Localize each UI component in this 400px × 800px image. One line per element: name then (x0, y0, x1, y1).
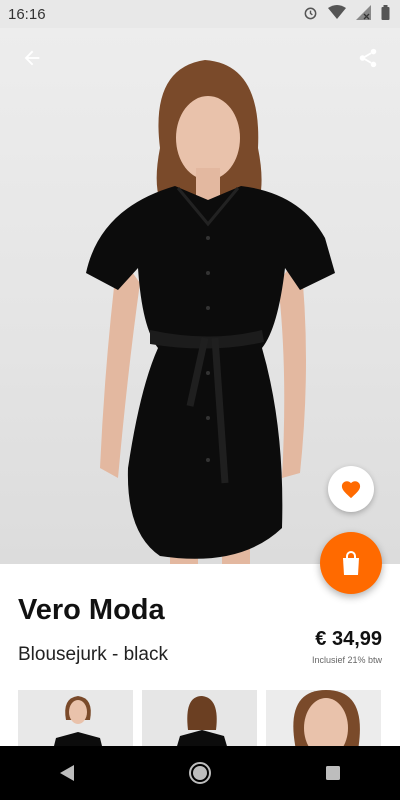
nav-home-button[interactable] (180, 753, 220, 793)
thumbnail-3[interactable] (266, 690, 381, 746)
system-nav-bar (0, 746, 400, 800)
thumb-front-view (18, 690, 133, 746)
back-button[interactable] (16, 42, 48, 74)
battery-icon (381, 5, 390, 20)
share-icon (359, 48, 377, 68)
nav-back-button[interactable] (47, 753, 87, 793)
signal-icon (356, 5, 371, 20)
product-price: € 34,99 (315, 628, 382, 650)
wifi-icon (328, 5, 346, 19)
brand-name[interactable]: Vero Moda (18, 594, 165, 627)
share-button[interactable] (352, 42, 384, 74)
nav-home-icon (188, 762, 211, 784)
add-to-cart-button[interactable] (320, 532, 382, 594)
nav-back-icon (59, 765, 74, 781)
thumbnail-1[interactable] (18, 690, 133, 746)
nav-recents-button[interactable] (313, 753, 353, 793)
status-time: 16:16 (8, 6, 46, 23)
thumbnail-strip[interactable] (18, 690, 382, 746)
heart-icon (341, 481, 361, 499)
nav-recents-icon (326, 766, 341, 780)
favorite-button[interactable] (328, 466, 374, 512)
arrow-left-icon (24, 50, 40, 66)
thumb-back-view (142, 690, 257, 746)
thumb-detail-view (266, 690, 381, 746)
product-name: Blousejurk - black (18, 644, 168, 665)
shopping-bag-icon (343, 551, 359, 575)
vat-note: Inclusief 21% btw (311, 655, 382, 665)
alarm-icon (304, 7, 317, 20)
status-icons (303, 5, 390, 20)
status-bar: 16:16 (0, 0, 400, 28)
thumbnail-2[interactable] (142, 690, 257, 746)
